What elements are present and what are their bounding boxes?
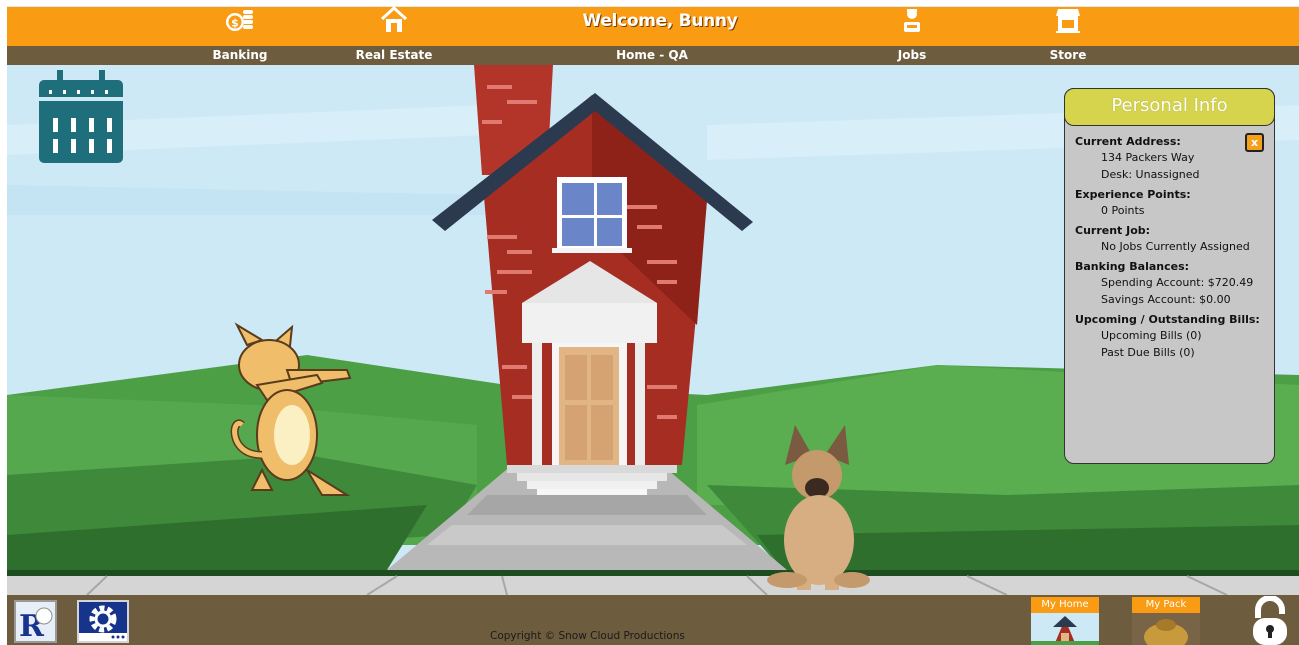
copyright-text: Copyright © Snow Cloud Productions [490,630,685,642]
nav-banking[interactable]: Banking [170,48,310,62]
nav-jobs[interactable]: Jobs [842,48,982,62]
settings-button[interactable] [77,600,129,643]
desk-value: Desk: Unassigned [1101,168,1200,181]
my-pack-button[interactable]: My Pack [1132,597,1200,645]
reading-app-button[interactable]: R [14,600,57,644]
experience-heading: Experience Points: [1075,188,1191,201]
nav-real-estate[interactable]: Real Estate [324,48,464,62]
lock-button[interactable] [1250,595,1290,645]
calendar-icon[interactable] [39,70,123,163]
worker-icon[interactable] [895,3,929,37]
personal-info-body: Current Address: 134 Packers Way Desk: U… [1075,135,1270,361]
past-due-bills-value: Past Due Bills (0) [1101,346,1195,359]
house-icon[interactable] [377,3,411,37]
app-window: $ Banking Real Estate Welcome, Bunny Hom… [0,0,1299,645]
coins-icon[interactable]: $ [222,3,256,37]
svg-text:$: $ [231,17,239,30]
upcoming-bills-value: Upcoming Bills (0) [1101,329,1202,342]
gear-icon [79,605,127,641]
my-pack-label: My Pack [1132,597,1200,613]
reading-icon: R [16,602,55,644]
spending-value: Spending Account: $720.49 [1101,276,1254,289]
personal-info-panel: Personal Info x Current Address: 134 Pac… [1064,88,1275,464]
banking-heading: Banking Balances: [1075,260,1190,273]
welcome-title: Welcome, Bunny [582,11,738,31]
storefront-icon[interactable] [1051,3,1085,37]
points-value: 0 Points [1101,204,1145,217]
unlock-icon [1253,595,1287,645]
my-home-button[interactable]: My Home [1031,597,1099,645]
job-value: No Jobs Currently Assigned [1101,240,1250,253]
nav-home[interactable]: Home - QA [582,48,722,62]
nav-store[interactable]: Store [998,48,1138,62]
savings-value: Savings Account: $0.00 [1101,293,1231,306]
home-thumbnail-icon [1031,613,1099,645]
my-home-label: My Home [1031,597,1099,613]
current-job-heading: Current Job: [1075,224,1151,237]
address-value: 134 Packers Way [1101,151,1195,164]
bills-heading: Upcoming / Outstanding Bills: [1075,313,1260,326]
current-address-heading: Current Address: [1075,135,1181,148]
backpack-icon [1132,613,1200,645]
personal-info-title: Personal Info [1064,88,1275,126]
